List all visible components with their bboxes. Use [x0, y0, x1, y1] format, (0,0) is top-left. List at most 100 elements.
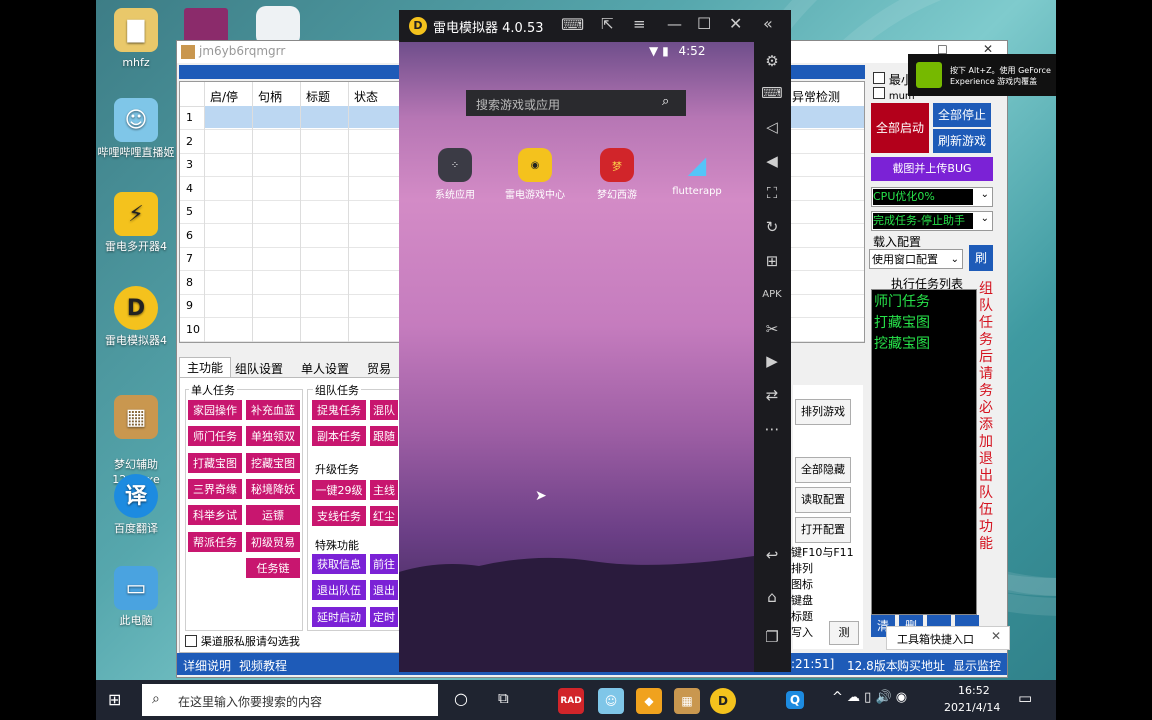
checkbox-box[interactable] — [873, 72, 885, 84]
single-task-button[interactable]: 运镖 — [245, 504, 301, 527]
task-item[interactable]: 师门任务 — [874, 292, 930, 313]
fullscreen-icon[interactable]: ⛶ — [761, 182, 783, 204]
special-func-button[interactable]: 延时启动 — [311, 605, 367, 628]
notification-icon[interactable]: ▭ — [1018, 689, 1032, 707]
special-func-button[interactable]: 前往 — [369, 553, 399, 575]
single-task-button[interactable]: 帮派任务 — [187, 530, 243, 553]
scissors-icon[interactable]: ✂ — [761, 318, 783, 340]
tray-icons[interactable]: ^ ☁ ▯ 🔊 ◉ — [832, 690, 907, 705]
collapse-sidebar-icon[interactable]: « — [763, 14, 773, 33]
single-task-button[interactable]: 任务链 — [245, 556, 301, 579]
private-server-checkbox[interactable]: 渠道服私服请勾选我 — [185, 633, 300, 649]
keyboard-icon[interactable]: ⌨ — [761, 82, 783, 104]
upgrade-task-button[interactable]: 支线任务 — [311, 505, 367, 528]
more-icon[interactable]: ⋯ — [761, 418, 783, 440]
finish-action-select[interactable]: 完成任务-停止助手 ⌄ — [871, 211, 993, 231]
volume-down-icon[interactable]: ◁ — [761, 116, 783, 138]
team-task-button[interactable]: 混队 — [369, 399, 399, 421]
desktop-icon-bilibili[interactable]: ☺ 哔哩哔哩直播姬 — [96, 98, 176, 160]
sync-icon[interactable]: ↻ — [761, 216, 783, 238]
team-task-button[interactable]: 捉鬼任务 — [311, 399, 367, 421]
refresh-config-button[interactable]: 刷 — [969, 245, 993, 271]
tab-team-settings[interactable]: 组队设置 — [235, 360, 283, 377]
app-system[interactable]: ⁘ 系统应用 — [415, 148, 495, 201]
volume-up-icon[interactable]: ◀ — [761, 150, 783, 172]
help-link[interactable]: 详细说明 — [183, 657, 231, 674]
single-task-button[interactable]: 秘境降妖 — [245, 477, 301, 500]
single-task-button[interactable]: 补充血蓝 — [245, 399, 301, 421]
close-icon[interactable]: ✕ — [729, 14, 742, 33]
single-task-button[interactable]: 单独领双 — [245, 425, 301, 448]
single-task-button[interactable]: 师门任务 — [187, 425, 243, 448]
apk-icon[interactable]: APK — [761, 284, 783, 306]
menu-icon[interactable]: ≡ — [633, 15, 646, 33]
desktop-icon-multi[interactable]: ⚡ 雷电多开器4 — [96, 192, 176, 254]
single-task-button[interactable]: 家园操作 — [187, 399, 243, 421]
upgrade-task-button[interactable]: 主线 — [369, 479, 399, 501]
app-flutter[interactable]: ◢ flutterapp — [657, 148, 737, 197]
single-task-button[interactable]: 打藏宝图 — [187, 451, 243, 474]
app-mhxy[interactable]: 梦 梦幻西游 — [577, 148, 657, 201]
single-task-button[interactable]: 初级贸易 — [245, 530, 301, 553]
settings-icon[interactable]: ⚙ — [761, 50, 783, 72]
desktop-icon-computer[interactable]: ▭ 此电脑 — [96, 566, 176, 628]
upgrade-task-button[interactable]: 红尘 — [369, 505, 399, 528]
bilibili-taskbar-icon[interactable]: ☺ — [598, 688, 624, 714]
tray-app-icon[interactable]: Q — [786, 691, 804, 709]
single-task-button[interactable]: 科举乡试 — [187, 504, 243, 527]
transfer-icon[interactable]: ⇄ — [761, 384, 783, 406]
search-icon[interactable]: ⌕ — [662, 94, 669, 109]
toolbox-toast[interactable]: 工具箱快捷入口 ✕ — [886, 626, 1010, 650]
task-view-icon[interactable]: ⧉ — [498, 689, 509, 707]
team-task-button[interactable]: 跟随 — [369, 425, 399, 448]
start-icon[interactable]: ⊞ — [108, 690, 121, 709]
buy-link[interactable]: 购买地址 — [897, 657, 945, 674]
cortana-icon[interactable]: ○ — [454, 689, 468, 708]
read-config-button[interactable]: 读取配置 — [795, 487, 851, 513]
recents-icon[interactable]: ❐ — [761, 626, 783, 648]
winrar-icon[interactable] — [184, 8, 228, 44]
minimize-checkbox[interactable]: 最小 — [873, 71, 913, 88]
video-link[interactable]: 视频教程 — [239, 657, 287, 674]
checkbox-box[interactable] — [185, 635, 197, 647]
tab-main[interactable]: 主功能 — [179, 357, 231, 378]
stop-all-button[interactable]: 全部停止 — [933, 103, 991, 127]
monitor-link[interactable]: 显示监控 — [953, 657, 1001, 674]
desktop-icon-translate[interactable]: 译 百度翻译 — [96, 474, 176, 536]
refresh-games-button[interactable]: 刷新游戏 — [933, 129, 991, 153]
share-icon[interactable]: ⇱ — [601, 15, 614, 33]
ldplayer-taskbar-icon[interactable]: D — [710, 688, 736, 714]
team-task-button[interactable]: 副本任务 — [311, 425, 367, 448]
add-instance-icon[interactable]: ⊞ — [761, 250, 783, 272]
desktop-icon-helper[interactable]: ▦ 梦幻辅助 12.8.exe — [96, 380, 176, 487]
checkbox-box[interactable] — [873, 87, 885, 99]
app-game-center[interactable]: ◉ 雷电游戏中心 — [495, 148, 575, 201]
desktop-icon-ldplayer[interactable]: D 雷电模拟器4 — [96, 286, 176, 348]
shield-icon[interactable]: ◆ — [636, 688, 662, 714]
back-icon[interactable]: ↩ — [761, 544, 783, 566]
taskbar-search[interactable]: ⌕ 在这里输入你要搜索的内容 — [142, 684, 438, 716]
close-icon[interactable]: ✕ — [991, 629, 1001, 643]
app-search-bar[interactable]: 搜索游戏或应用 ⌕ — [466, 90, 686, 116]
upgrade-task-button[interactable]: 一键29级 — [311, 479, 367, 501]
special-func-button[interactable]: 退出队伍 — [311, 579, 367, 602]
task-item[interactable]: 挖藏宝图 — [874, 334, 930, 355]
single-task-button[interactable]: 三界奇缘 — [187, 477, 243, 500]
special-func-button[interactable]: 定时 — [369, 605, 399, 628]
tab-single-settings[interactable]: 单人设置 — [301, 360, 349, 377]
cpu-select[interactable]: CPU优化0% ⌄ — [871, 187, 993, 207]
special-func-button[interactable]: 退出 — [369, 579, 399, 602]
package-icon[interactable]: ▦ — [674, 688, 700, 714]
desktop-icon-mhfz[interactable]: ▇ mhfz — [96, 8, 176, 70]
single-task-button[interactable]: 挖藏宝图 — [245, 451, 301, 474]
home-icon[interactable]: ⌂ — [761, 586, 783, 608]
start-all-button[interactable]: 全部启动 — [871, 103, 929, 153]
arrange-games-button[interactable]: 排列游戏 — [795, 399, 851, 425]
test-button[interactable]: 测 — [829, 621, 859, 645]
open-config-button[interactable]: 打开配置 — [795, 517, 851, 543]
video-icon[interactable]: ▶ — [761, 350, 783, 372]
task-item[interactable]: 打藏宝图 — [874, 313, 930, 334]
maximize-icon[interactable]: ☐ — [697, 14, 711, 33]
minimize-icon[interactable]: — — [667, 15, 682, 33]
gamepad-icon[interactable]: ⌨ — [561, 15, 584, 34]
